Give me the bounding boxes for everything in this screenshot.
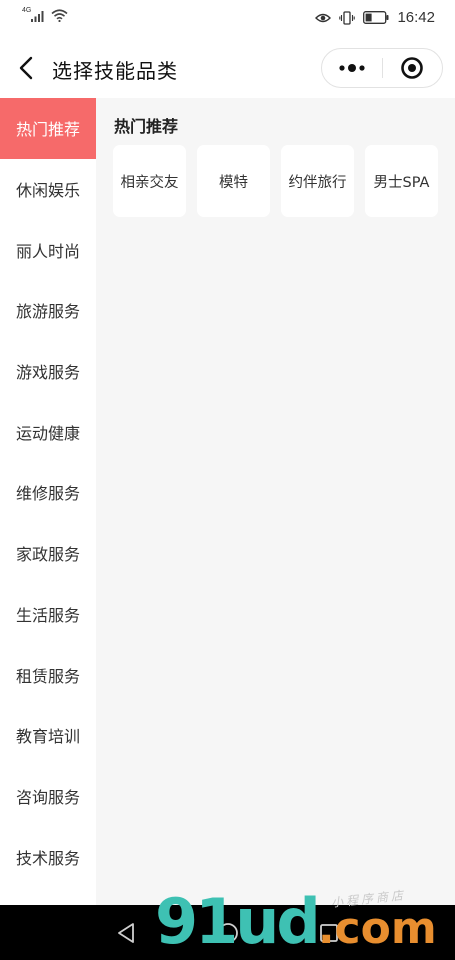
signal-icon — [31, 10, 44, 22]
back-button[interactable] — [12, 52, 40, 84]
status-left: 4G — [22, 7, 68, 22]
circle-home-icon — [218, 923, 238, 943]
sidebar-item-tech-services[interactable]: 技术服务 — [0, 826, 96, 887]
status-right: 16:42 — [315, 9, 435, 26]
square-recents-icon — [320, 924, 338, 942]
sidebar-item-leisure[interactable]: 休闲娱乐 — [0, 159, 96, 220]
wifi-icon — [51, 9, 68, 22]
skill-chip[interactable]: 相亲交友 — [113, 145, 186, 217]
sidebar-item-gaming[interactable]: 游戏服务 — [0, 341, 96, 402]
more-button[interactable] — [322, 49, 382, 87]
status-time: 16:42 — [397, 9, 435, 26]
close-mini-program-button[interactable] — [382, 49, 442, 87]
skill-chip-list: 相亲交友 模特 约伴旅行 男士SPA — [113, 145, 438, 217]
category-content: 热门推荐 相亲交友 模特 约伴旅行 男士SPA — [96, 98, 455, 905]
battery-icon — [363, 11, 389, 24]
mini-program-capsule — [321, 48, 443, 88]
eye-icon — [315, 13, 332, 22]
system-recents-button[interactable] — [317, 921, 341, 945]
system-back-button[interactable] — [114, 921, 138, 945]
more-dots-icon — [339, 64, 365, 72]
skill-chip[interactable]: 模特 — [197, 145, 270, 217]
sidebar-item-life-services[interactable]: 生活服务 — [0, 584, 96, 645]
page-title: 选择技能品类 — [52, 59, 178, 83]
sidebar-item-travel[interactable]: 旅游服务 — [0, 280, 96, 341]
category-sidebar: 热门推荐 休闲娱乐 丽人时尚 旅游服务 游戏服务 运动健康 维修服务 家政服务 … — [0, 98, 96, 905]
triangle-back-icon — [118, 923, 134, 943]
skill-chip[interactable]: 男士SPA — [365, 145, 438, 217]
nav-bar: 选择技能品类 — [0, 38, 455, 98]
sidebar-item-sports-health[interactable]: 运动健康 — [0, 401, 96, 462]
vibrate-icon — [339, 10, 356, 25]
sidebar-item-repair[interactable]: 维修服务 — [0, 462, 96, 523]
sidebar-item-consulting[interactable]: 咨询服务 — [0, 766, 96, 827]
chevron-left-icon — [19, 56, 33, 80]
network-type-label: 4G — [22, 7, 32, 14]
sidebar-item-housekeeping[interactable]: 家政服务 — [0, 523, 96, 584]
sidebar-item-education[interactable]: 教育培训 — [0, 705, 96, 766]
sidebar-item-rental[interactable]: 租赁服务 — [0, 644, 96, 705]
system-nav-bar — [0, 905, 455, 960]
skill-chip[interactable]: 约伴旅行 — [281, 145, 354, 217]
sidebar-item-hot[interactable]: 热门推荐 — [0, 98, 96, 159]
status-bar: 4G 16:42 — [0, 0, 455, 38]
sidebar-item-beauty-fashion[interactable]: 丽人时尚 — [0, 219, 96, 280]
target-close-icon — [401, 57, 424, 79]
section-title: 热门推荐 — [114, 117, 179, 136]
system-home-button[interactable] — [216, 921, 240, 945]
